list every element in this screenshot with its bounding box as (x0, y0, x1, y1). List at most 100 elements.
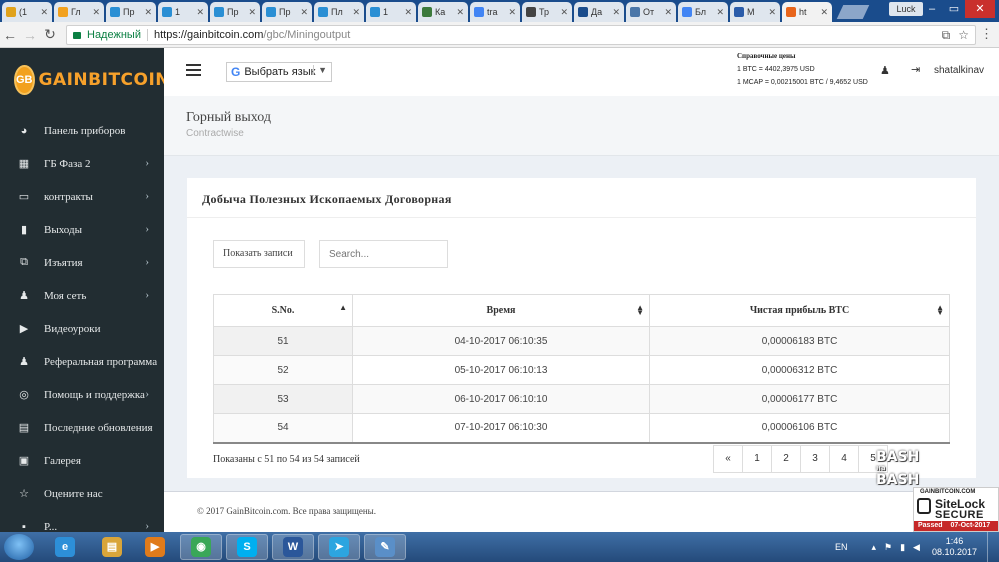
pager-page-button[interactable]: 3 (800, 445, 830, 473)
column-header-sno[interactable]: S.No. ▲ (213, 294, 353, 327)
entries-length-select[interactable]: Показать записи (213, 240, 305, 268)
taskbar-app[interactable]: ◉ (180, 534, 222, 560)
new-tab-button[interactable] (836, 5, 870, 19)
tab-close-icon[interactable]: ✕ (820, 7, 828, 18)
tab-close-icon[interactable]: ✕ (40, 7, 48, 18)
table-row: 54 07-10-2017 06:10:30 0,00006106 BTC (213, 413, 950, 444)
taskbar-app[interactable]: e (44, 534, 86, 560)
user-icon[interactable]: ♟ (880, 64, 890, 77)
taskbar-app[interactable]: S (226, 534, 268, 560)
browser-tab[interactable]: (1 ✕ (2, 2, 52, 22)
network-tray-icon[interactable]: ▮ (900, 542, 905, 553)
sidebar-item[interactable]: ♟ Моя сеть › (0, 279, 164, 312)
pager-page-button[interactable]: 4 (829, 445, 859, 473)
column-header-time[interactable]: Время ▲ ▼ (352, 294, 650, 327)
tab-close-icon[interactable]: ✕ (144, 7, 152, 18)
dashboard-icon: ◕ (20, 124, 28, 137)
forward-icon[interactable]: → (20, 27, 40, 43)
browser-tab[interactable]: Тр ✕ (522, 2, 572, 22)
taskbar-app[interactable]: ➤ (318, 534, 360, 560)
language-select[interactable]: G Выбрать язык ▼ (226, 62, 332, 82)
sidebar-item[interactable]: ♟ Реферальная программа (0, 345, 164, 378)
passed-date: 07-Oct-2017 (950, 522, 991, 529)
close-window-button[interactable]: ✕ (965, 0, 995, 18)
tab-close-icon[interactable]: ✕ (456, 7, 464, 18)
start-button[interactable] (4, 534, 34, 560)
tab-close-icon[interactable]: ✕ (612, 7, 620, 18)
sitelock-badge[interactable]: GAINBITCOIN.COM SiteLock SECURE Passed 0… (913, 487, 999, 532)
flag-icon[interactable]: ⚑ (884, 542, 892, 553)
pager-previous-button[interactable]: « (713, 445, 743, 473)
menu-toggle-icon[interactable] (186, 64, 201, 76)
tab-close-icon[interactable]: ✕ (768, 7, 776, 18)
sidebar-item[interactable]: ▮ Выходы › (0, 213, 164, 246)
clock[interactable]: 1:46 08.10.2017 (932, 536, 977, 558)
browser-tab[interactable]: ht ✕ (782, 2, 832, 22)
back-icon[interactable]: ← (0, 27, 20, 43)
tray-arrow-icon[interactable]: ▴ (871, 542, 876, 553)
tab-close-icon[interactable]: ✕ (664, 7, 672, 18)
sidebar-item[interactable]: ▪ P... › (0, 510, 164, 532)
search-input[interactable] (319, 240, 448, 268)
browser-tab[interactable]: От ✕ (626, 2, 676, 22)
tab-close-icon[interactable]: ✕ (92, 7, 100, 18)
tab-close-icon[interactable]: ✕ (404, 7, 412, 18)
column-header-net-profit[interactable]: Чистая прибыль BTC ▲ ▼ (649, 294, 950, 327)
tab-close-icon[interactable]: ✕ (716, 7, 724, 18)
show-desktop-button[interactable] (987, 532, 999, 562)
browser-tab[interactable]: Да ✕ (574, 2, 624, 22)
sidebar-item[interactable]: ▦ ГБ Фаза 2 › (0, 147, 164, 180)
logout-icon[interactable]: ⇥ (911, 63, 920, 76)
browser-tab[interactable]: Бл ✕ (678, 2, 728, 22)
tab-close-icon[interactable]: ✕ (196, 7, 204, 18)
taskbar-app[interactable]: W (272, 534, 314, 560)
taskbar-app[interactable]: ✎ (364, 534, 406, 560)
username[interactable]: shatalkinav (934, 65, 984, 76)
cell-sno: 53 (213, 384, 353, 414)
volume-icon[interactable]: ◀ (913, 542, 920, 553)
browser-tab[interactable]: М ✕ (730, 2, 780, 22)
sidebar-item[interactable]: ▣ Галерея (0, 444, 164, 477)
taskbar-app[interactable]: ▶ (134, 534, 176, 560)
browser-tab[interactable]: Пл ✕ (314, 2, 364, 22)
tab-close-icon[interactable]: ✕ (248, 7, 256, 18)
browser-tab[interactable]: Гл ✕ (54, 2, 104, 22)
language-indicator[interactable]: EN (835, 542, 848, 552)
sidebar-item[interactable]: ◎ Помощь и поддержка › (0, 378, 164, 411)
briefcase-icon: ▮ (20, 224, 28, 236)
page-header: Горный выход Contractwise (164, 96, 999, 156)
url-bar[interactable]: Надежный https://gainbitcoin.com/gbc/Min… (66, 25, 976, 45)
chrome-menu-icon[interactable]: ⋮ (980, 26, 993, 42)
tab-close-icon[interactable]: ✕ (560, 7, 568, 18)
secure-label: Надежный (87, 29, 141, 41)
profile-button[interactable]: Luck (889, 2, 923, 16)
brand-logo[interactable]: GB GAINBITCOIN (0, 48, 164, 112)
sidebar-item[interactable]: ◕ Панель приборов (0, 114, 164, 147)
browser-tab[interactable]: Пр ✕ (210, 2, 260, 22)
tab-close-icon[interactable]: ✕ (352, 7, 360, 18)
sidebar-item[interactable]: ▤ Последние обновления (0, 411, 164, 444)
sidebar-item[interactable]: ▭ контракты › (0, 180, 164, 213)
sidebar-item[interactable]: ▶ Видеоуроки (0, 312, 164, 345)
browser-tab[interactable]: 1 ✕ (158, 2, 208, 22)
browser-tab[interactable]: Пр ✕ (106, 2, 156, 22)
minimize-button[interactable]: – (921, 0, 943, 18)
browser-tab[interactable]: Пр ✕ (262, 2, 312, 22)
pager-page-button[interactable]: 2 (771, 445, 801, 473)
browser-tab[interactable]: 1 ✕ (366, 2, 416, 22)
translate-icon[interactable]: ⧉ (942, 28, 951, 43)
tab-close-icon[interactable]: ✕ (300, 7, 308, 18)
tab-close-icon[interactable]: ✕ (508, 7, 516, 18)
pager-page-button[interactable]: 1 (742, 445, 772, 473)
cell-sno: 54 (213, 413, 353, 444)
sidebar-item[interactable]: ⧉ Изъятия › (0, 246, 164, 279)
browser-tab[interactable]: Ка ✕ (418, 2, 468, 22)
chevron-right-icon: › (145, 289, 149, 301)
reload-icon[interactable]: ↻ (40, 26, 60, 43)
bookmark-star-icon[interactable]: ☆ (958, 28, 969, 43)
maximize-button[interactable]: ▭ (943, 0, 965, 18)
browser-tab[interactable]: tra ✕ (470, 2, 520, 22)
sidebar-item[interactable]: ☆ Оцените нас (0, 477, 164, 510)
taskbar-app[interactable]: ▤ (91, 534, 133, 560)
tab-title: Бл (695, 7, 707, 17)
